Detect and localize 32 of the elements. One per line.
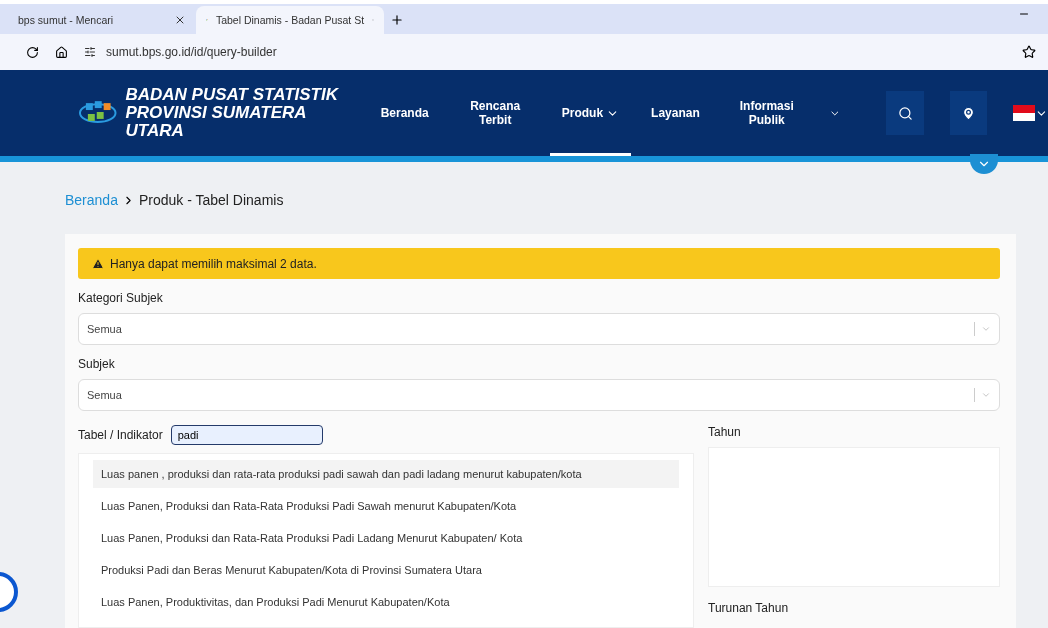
field-label: Kategori Subjek: [78, 291, 164, 305]
select-field[interactable]: Semua: [78, 379, 1000, 411]
browser-tab[interactable]: bps sumut - Mencari: [8, 6, 196, 34]
nav-item[interactable]: Beranda: [368, 70, 441, 156]
field-label: Tahun: [708, 425, 742, 439]
location-button[interactable]: [949, 91, 988, 135]
warning-icon: [92, 257, 104, 270]
breadcrumb-current: Produk - Tabel Dinamis: [138, 192, 284, 208]
nav-item[interactable]: Informasi Publik: [719, 70, 853, 156]
search-icon: [897, 105, 913, 121]
browser-tab[interactable]: Tabel Dinamis - Badan Pusat St: [196, 6, 384, 34]
map-pin-icon: [961, 105, 977, 121]
scroll-down-button[interactable]: [970, 154, 998, 174]
field-label: Tabel / Indikator: [78, 428, 163, 442]
caret-icon: [981, 390, 991, 400]
search-field[interactable]: padi: [170, 425, 323, 445]
flag-icon[interactable]: [1013, 105, 1036, 121]
home-icon[interactable]: [55, 45, 68, 59]
field-label: Subjek: [78, 357, 116, 371]
caret-icon: [981, 324, 991, 334]
warning-alert: Hanya dapat memilih maksimal 2 data.: [78, 248, 1000, 279]
result-item[interactable]: Luas panen , produksi dan rata-rata produksi padi sawah dan padi ladang menurut kabupaten/kota: [93, 460, 679, 488]
bookmark-icon[interactable]: [1022, 45, 1036, 59]
field-label: Turunan Tahun: [708, 601, 790, 615]
site-title: BADAN PUSAT STATISTIK PROVINSI SUMATERA UTARA: [125, 86, 340, 140]
nav-item[interactable]: Produk: [549, 70, 632, 156]
reload-icon[interactable]: [26, 45, 39, 59]
nav-item[interactable]: Rencana Terbit: [448, 70, 542, 156]
select-field[interactable]: Semua: [78, 313, 1000, 345]
nav-item[interactable]: Layanan: [639, 70, 712, 156]
search-button[interactable]: [886, 91, 924, 135]
new-tab-icon[interactable]: [390, 13, 404, 27]
